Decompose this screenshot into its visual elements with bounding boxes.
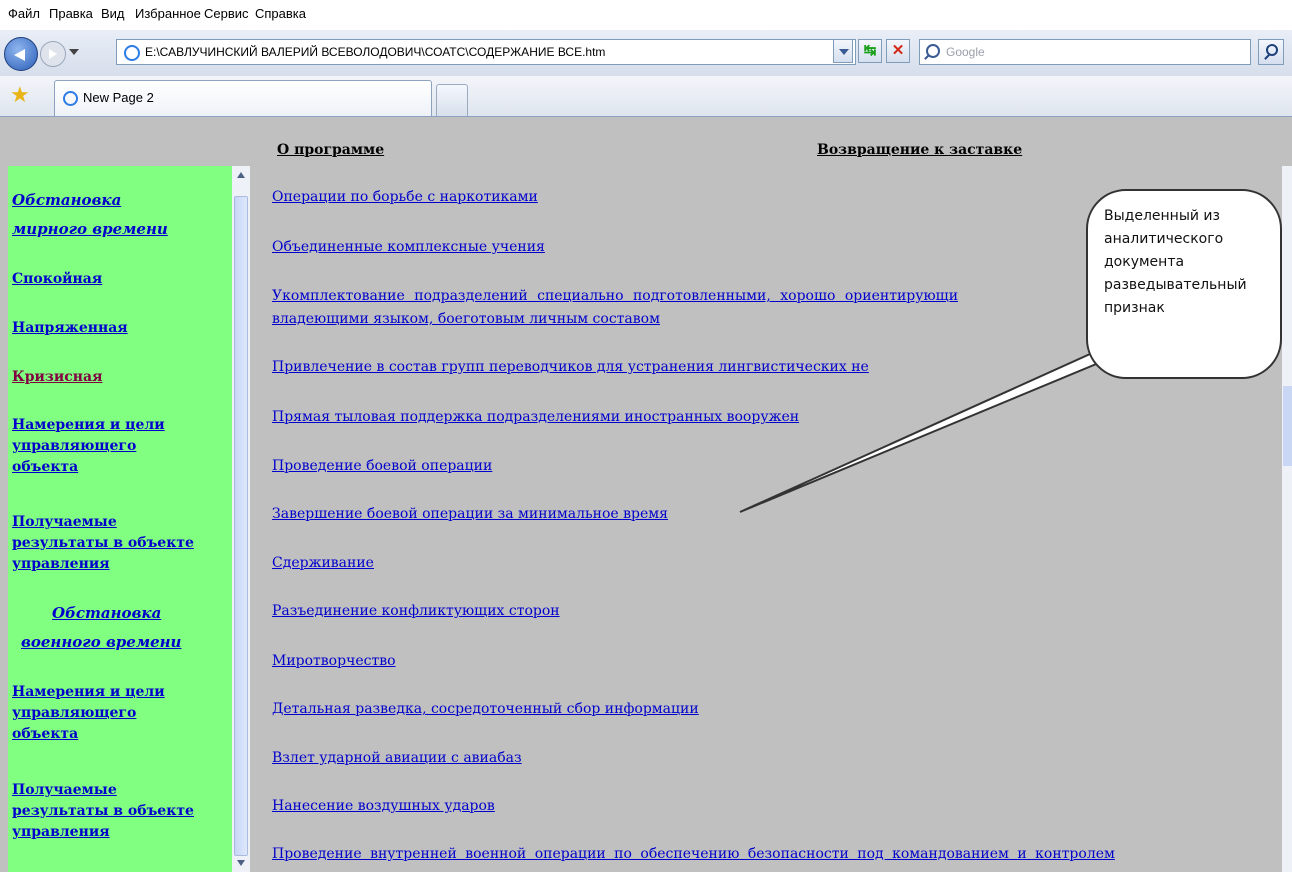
callout-pointer [739,344,1143,513]
callout-text: Выделенный из аналитического документа р… [1104,208,1247,316]
callout-bubble: Выделенный из аналитического документа р… [1086,189,1282,379]
